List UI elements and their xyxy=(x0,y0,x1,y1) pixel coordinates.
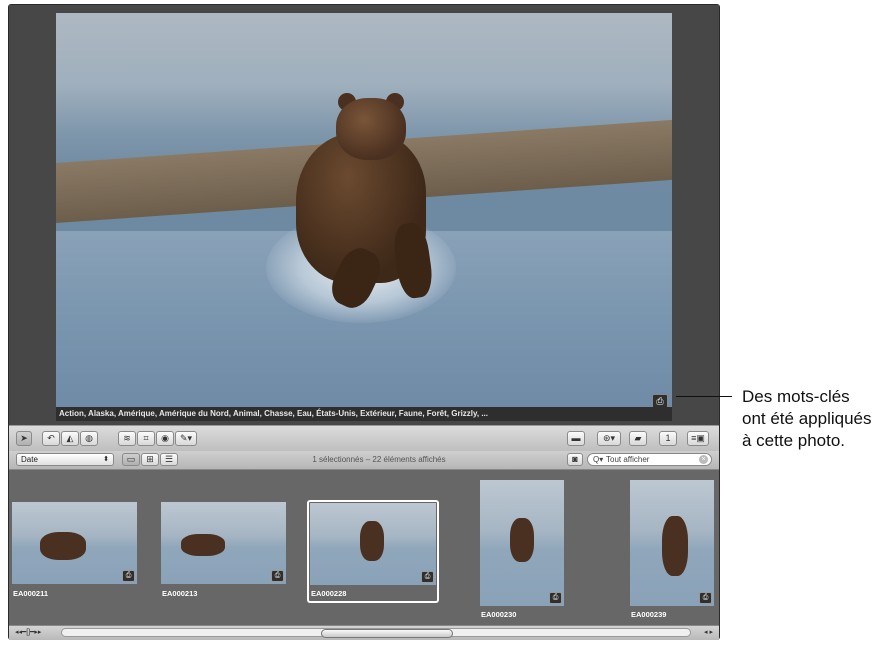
vault-icon[interactable]: ▬ xyxy=(567,431,585,446)
thumbnail-label: EA000230 xyxy=(481,610,517,619)
thumbnail-label: EA000239 xyxy=(631,610,667,619)
rotate-icon[interactable]: ↶ xyxy=(42,431,60,446)
sort-value: Date xyxy=(21,455,38,464)
thumbnail[interactable]: ⎙ xyxy=(12,502,137,584)
photo-app-window: ⎙ Action, Alaska, Amérique, Amérique du … xyxy=(8,4,720,640)
keyword-list: Action, Alaska, Amérique, Amérique du No… xyxy=(56,407,672,421)
search-value: Tout afficher xyxy=(606,455,650,464)
status-text: 1 sélectionnés – 22 éléments affichés xyxy=(312,455,446,464)
thumbnail-label: EA000213 xyxy=(162,589,198,598)
chevron-updown-icon: ⬍ xyxy=(103,456,109,463)
callout-line-2: ont été appliqués xyxy=(742,409,872,428)
list-view-button[interactable]: ☰ xyxy=(160,453,178,466)
thumbnail-label: EA000228 xyxy=(311,589,347,598)
redeye-icon[interactable]: ◉ xyxy=(156,431,174,446)
thumbnail[interactable]: ⎙ xyxy=(161,502,286,584)
lift-icon[interactable]: ◍ xyxy=(80,431,98,446)
search-input[interactable]: Q▾ Tout afficher × xyxy=(587,453,712,466)
filmstrip-view-button[interactable]: ▭ xyxy=(122,453,140,466)
keyword-badge-icon: ⎙ xyxy=(122,570,135,582)
search-icon: Q▾ xyxy=(593,455,604,464)
viewer-pane: ⎙ Action, Alaska, Amérique, Amérique du … xyxy=(9,5,719,425)
scroll-arrows[interactable]: ◂ ▸ xyxy=(704,627,713,638)
selection-frame xyxy=(307,500,439,603)
thumbnail-label: EA000211 xyxy=(13,589,49,598)
select-tool-icon[interactable]: ➤ xyxy=(16,431,32,446)
callout-line-1: Des mots-clés xyxy=(742,387,850,406)
crop-icon[interactable]: ⌗ xyxy=(137,431,155,446)
keyword-icon[interactable]: ▰ xyxy=(629,431,647,446)
browser-pane: ⎙ EA000211 ⎙ EA000213 ⎙ EA000228 ⎙ EA000… xyxy=(9,470,719,625)
stack-icon[interactable]: ⊛▾ xyxy=(597,431,621,446)
keyword-badge-icon: ⎙ xyxy=(271,570,284,582)
keyword-badge-icon: ⎙ xyxy=(549,592,562,604)
callout-line-3: à cette photo. xyxy=(742,431,846,450)
view-icon[interactable]: ≡▣ xyxy=(687,431,709,446)
keyword-badge-icon: ⎙ xyxy=(699,592,712,604)
browser-scrollbar: ◂◂━[]━▸▸ ◂ ▸ xyxy=(9,625,719,640)
clear-icon[interactable]: × xyxy=(699,455,708,464)
number-icon[interactable]: 1 xyxy=(659,431,677,446)
grid-view-button[interactable]: ⊞ xyxy=(141,453,159,466)
sort-select[interactable]: Date ⬍ xyxy=(16,453,114,466)
thumbnail[interactable]: ⎙ xyxy=(480,480,564,606)
filter-hud-button[interactable]: ◙ xyxy=(567,453,583,466)
filter-bar: Date ⬍ ▭ ⊞ ☰ 1 sélectionnés – 22 élément… xyxy=(9,451,719,470)
callout-text: Des mots-clés ont été appliqués à cette … xyxy=(742,386,894,452)
zoom-slider[interactable]: ◂◂━[]━▸▸ xyxy=(15,628,41,638)
callout-line xyxy=(676,396,732,397)
main-photo[interactable]: ⎙ xyxy=(56,13,672,413)
stamp-icon[interactable]: ≋ xyxy=(118,431,136,446)
toolbar: ➤ ↶ ◭ ◍ ≋ ⌗ ◉ ✎▾ ▬ ⊛▾ ▰ 1 ≡▣ xyxy=(9,425,719,452)
straighten-icon[interactable]: ◭ xyxy=(61,431,79,446)
bear-head xyxy=(336,98,406,160)
brush-icon[interactable]: ✎▾ xyxy=(175,431,197,446)
thumbnail[interactable]: ⎙ xyxy=(630,480,714,606)
scroll-thumb[interactable] xyxy=(321,629,453,638)
